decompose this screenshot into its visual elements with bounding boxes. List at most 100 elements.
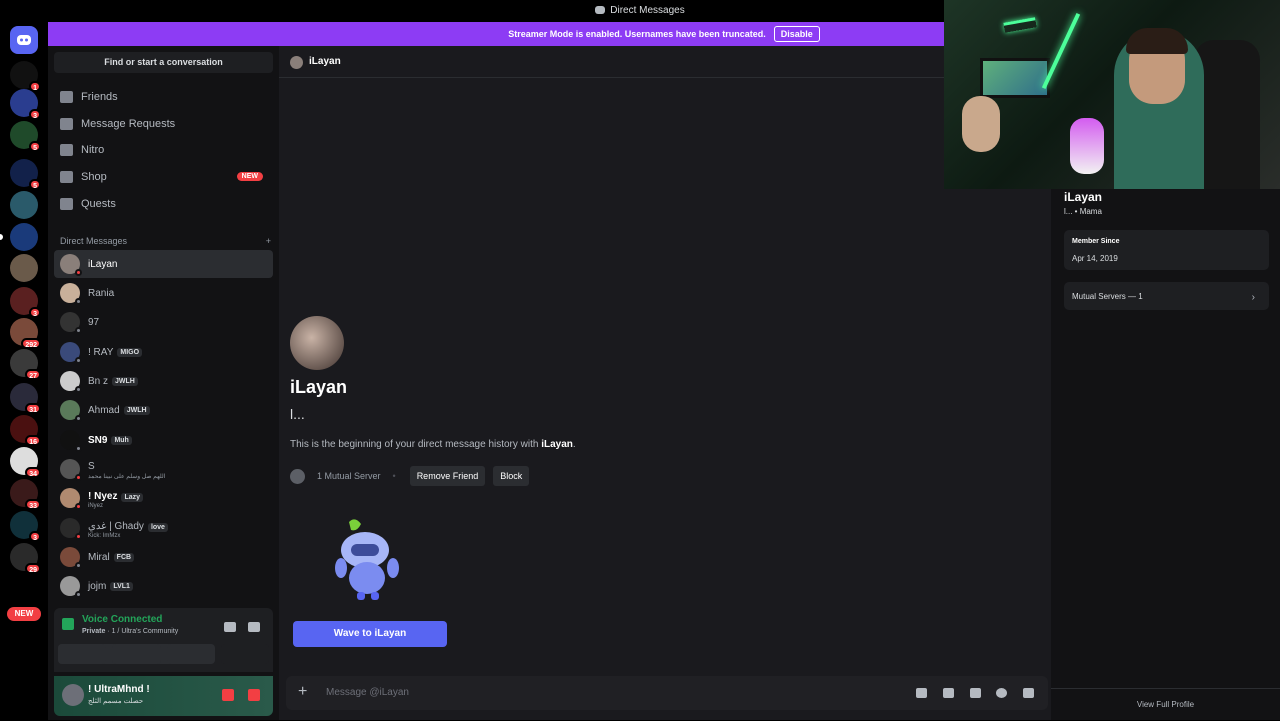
mention-badge: 5 [29,141,41,152]
server-icon[interactable]: 5 [10,159,41,190]
server-icon[interactable]: 34 [10,447,41,478]
mutual-servers-row[interactable]: Mutual Servers — 1 › [1064,282,1269,310]
dm-item[interactable]: غدي | Ghady love Kick: ImMzx [54,514,273,542]
server-icon[interactable]: 5 [10,121,41,152]
voice-status: Voice Connected [82,614,163,625]
dm-name: 97 [88,316,100,328]
dm-item-ilayan[interactable]: iLayan [54,250,273,278]
avatar [60,254,82,276]
quests-icon [60,197,73,210]
gift-icon[interactable] [916,688,927,698]
dm-custom-status: اللهم صل وسلم على نبينا محمد [88,474,166,480]
server-icon[interactable]: 27 [10,349,41,380]
server-icon[interactable]: 3 [10,511,41,542]
server-icon[interactable] [10,191,38,219]
sticker-icon[interactable] [970,688,981,698]
tv-screen [980,58,1050,98]
guild-tag: Lazy [121,492,144,502]
find-conversation-button[interactable]: Find or start a conversation [54,52,273,73]
streamer-hair [1126,28,1188,54]
nav-message-requests[interactable]: Message Requests [54,111,273,136]
server-icon[interactable]: 29 [10,543,41,574]
add-attachment-icon[interactable]: + [298,684,307,700]
noise-suppression-icon[interactable] [224,622,236,632]
discord-icon [595,6,606,14]
avatar [60,400,82,422]
server-icon[interactable]: 3 [10,287,41,318]
status-dnd-icon [75,269,82,276]
dm-item[interactable]: Rania [54,279,273,307]
dm-item[interactable]: S اللهم صل وسلم على نبينا محمد [54,455,273,483]
shop-icon [60,170,73,183]
remove-friend-button[interactable]: Remove Friend [409,466,486,486]
emoji-icon[interactable] [996,688,1007,698]
status-offline-icon [75,298,82,305]
friends-icon [60,90,73,103]
add-dm-icon[interactable]: + [266,236,271,246]
dm-item[interactable]: ! RAY MIGO [54,338,273,366]
camera-off-button[interactable] [58,644,107,664]
server-icon[interactable] [10,223,38,251]
neon-light [1041,12,1081,90]
dm-item[interactable]: Ahmad JWLH [54,396,273,424]
voice-action-row [58,644,269,664]
nav-nitro[interactable]: Nitro [54,137,273,162]
server-icon[interactable]: 3 [10,89,41,120]
activities-button[interactable] [166,644,215,664]
dm-item[interactable]: Miral FCB [54,543,273,571]
profile-subtitle: l... • Mama [1064,207,1102,216]
mute-icon[interactable] [222,689,234,701]
dm-item[interactable]: Bn z JWLH [54,367,273,395]
voice-channel: 1 / Ultra's Community [111,628,179,635]
guild-tag: love [147,522,168,532]
wave-button[interactable]: Wave to iLayan [293,621,447,647]
soundboard-button[interactable] [220,644,269,664]
mutual-servers-link[interactable]: 1 Mutual Server [317,471,381,481]
new-servers-pill[interactable]: NEW [7,607,41,621]
dm-name: iLayan [88,258,118,270]
profile-avatar[interactable] [290,316,344,370]
wumpus-illustration [335,519,399,600]
mutual-servers-label: Mutual Servers — 1 [1072,292,1143,301]
window-title: Direct Messages [610,5,685,16]
selected-indicator [0,234,3,240]
block-button[interactable]: Block [493,466,530,486]
message-input[interactable]: Message @iLayan [326,687,409,698]
chat-area: iLayan iLayan l... This is the beginning… [279,46,1051,720]
disable-button[interactable]: Disable [773,26,820,42]
server-icon[interactable]: 31 [10,383,41,414]
deafen-icon[interactable] [248,689,260,701]
apps-icon[interactable] [1023,688,1034,698]
status-dnd-icon [75,474,82,481]
disconnect-icon[interactable] [248,622,260,632]
dm-item[interactable]: jojm LVL1 [54,572,273,600]
intro-prefix: This is the beginning of your direct mes… [290,439,542,450]
dm-item[interactable]: SN9 Muh [54,426,273,454]
dm-section-header: Direct Messages + [60,236,271,246]
message-composer[interactable]: + Message @iLayan [286,676,1048,710]
avatar [60,459,82,481]
nav-label: Message Requests [81,117,176,130]
mutual-row: 1 Mutual Server • Remove Friend Block [290,466,530,486]
avatar[interactable] [62,684,84,706]
status-offline-icon [75,445,82,452]
gif-icon[interactable] [943,688,954,698]
server-icon[interactable]: 1 [10,61,41,92]
server-icon[interactable]: 16 [10,415,41,446]
nav-quests[interactable]: Quests [54,191,273,216]
dm-item[interactable]: 97 [54,308,273,336]
guild-tag: JWLH [123,405,150,415]
nav-shop[interactable]: Shop NEW [54,164,273,189]
username: ! UltraMhnd ! [88,684,150,695]
server-icon[interactable]: 33 [10,479,41,510]
nav-friends[interactable]: Friends [54,84,273,109]
server-icon[interactable]: 292 [10,318,41,349]
dm-header-label: Direct Messages [60,236,128,246]
guild-tag: MIGO [117,347,143,357]
nav-label: Nitro [81,143,105,156]
home-button[interactable] [10,26,38,54]
view-full-profile-button[interactable]: View Full Profile [1051,688,1280,720]
screen-share-button[interactable] [112,644,161,664]
dm-item[interactable]: ! Nyez Lazy iNyez [54,484,273,512]
server-icon[interactable] [10,254,38,282]
